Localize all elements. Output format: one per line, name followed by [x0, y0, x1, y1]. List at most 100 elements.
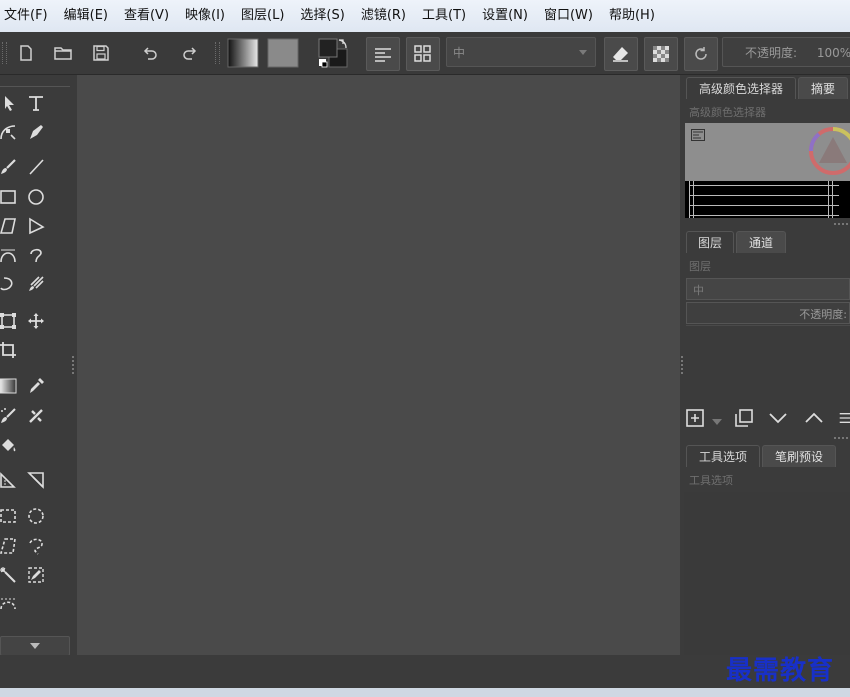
layer-blend-mode-select[interactable]: 中 [686, 278, 850, 300]
gradient-selector[interactable] [226, 37, 260, 69]
ellipse-select-tool[interactable] [25, 505, 47, 527]
calligraphy-tool[interactable] [25, 121, 47, 143]
polyline-tool[interactable] [25, 215, 47, 237]
menu-view[interactable]: 查看(V) [116, 0, 177, 32]
redo-button[interactable] [176, 37, 202, 69]
tab-brush-presets[interactable]: 笔刷预设 [762, 445, 836, 467]
menu-file[interactable]: 文件(F) [0, 0, 56, 32]
measure-tool[interactable] [25, 469, 47, 491]
new-document-icon [20, 45, 32, 61]
assistant-icon [0, 472, 16, 488]
move-icon [28, 313, 44, 329]
magic-wand-tool[interactable] [0, 564, 19, 586]
crop-tool[interactable] [0, 339, 19, 361]
undo-button[interactable] [138, 37, 164, 69]
rect-select-icon [0, 509, 16, 523]
menu-window[interactable]: 窗口(W) [536, 0, 601, 32]
menu-image[interactable]: 映像(I) [177, 0, 233, 32]
magic-wand-icon [0, 567, 16, 583]
text-tool[interactable] [25, 92, 47, 114]
alpha-lock-button[interactable] [644, 37, 678, 71]
save-button[interactable] [88, 37, 114, 69]
fill-tool[interactable] [0, 434, 19, 456]
brush-tool[interactable] [0, 156, 19, 178]
panel-splitter[interactable] [834, 223, 848, 225]
menu-tools[interactable]: 工具(T) [414, 0, 474, 32]
layer-properties-button[interactable] [838, 406, 850, 430]
toolbar-separator [215, 42, 220, 64]
brush-settings-button[interactable] [366, 37, 400, 71]
panel-splitter[interactable] [834, 437, 848, 439]
bezier-select-tool[interactable] [0, 593, 19, 615]
layer-opacity-label: 不透明度: [799, 308, 847, 321]
menu-settings[interactable]: 设置(N) [474, 0, 536, 32]
toolbox-resize-handle[interactable] [72, 356, 76, 374]
select-tool[interactable] [0, 92, 19, 114]
rect-select-tool[interactable] [0, 505, 19, 527]
color-picker-tool[interactable] [25, 375, 47, 397]
move-layer-down-button[interactable] [768, 406, 792, 430]
menu-layer[interactable]: 图层(L) [233, 0, 292, 32]
tab-overview[interactable]: 摘要 [798, 77, 848, 99]
brush-icon [1, 159, 16, 174]
color-selector[interactable] [685, 123, 850, 218]
polygon-tool[interactable] [0, 215, 19, 237]
freehand-select-icon [29, 538, 43, 555]
smart-patch-tool[interactable] [0, 405, 19, 427]
tab-channels[interactable]: 通道 [736, 231, 786, 253]
reload-preset-button[interactable] [684, 37, 718, 71]
color-picker-icon [30, 378, 44, 393]
gradient-tool[interactable] [0, 375, 19, 397]
color-selector-settings-icon[interactable] [691, 129, 705, 141]
opacity-slider[interactable]: 不透明度: 100% [722, 37, 850, 67]
opacity-label: 不透明度: [745, 46, 798, 60]
menu-edit[interactable]: 编辑(E) [56, 0, 116, 32]
similar-select-tool[interactable] [25, 564, 47, 586]
edit-shapes-icon [0, 125, 16, 140]
reload-icon [695, 47, 707, 60]
transform-icon [0, 313, 16, 329]
open-button[interactable] [50, 37, 76, 69]
new-document-button[interactable] [14, 37, 38, 69]
multibrush-icon [29, 276, 44, 291]
watermark: 最需教育 [726, 656, 835, 686]
tab-tool-options[interactable]: 工具选项 [686, 445, 760, 467]
eraser-mode-button[interactable] [604, 37, 638, 71]
freehand-select-tool[interactable] [25, 535, 47, 557]
fill-pattern-tool[interactable] [25, 405, 47, 427]
ellipse-tool[interactable] [25, 186, 47, 208]
workspace-button[interactable] [406, 37, 440, 71]
edit-shapes-tool[interactable] [0, 121, 19, 143]
multibrush-tool[interactable] [25, 273, 47, 295]
move-layer-up-button[interactable] [804, 406, 828, 430]
dynamic-brush-icon [0, 277, 13, 291]
rectangle-tool[interactable] [0, 186, 19, 208]
freehand-path-tool[interactable] [25, 244, 47, 266]
bezier-tool[interactable] [0, 244, 19, 266]
tool-options-content [684, 492, 850, 655]
calligraphy-icon [30, 125, 43, 139]
duplicate-layer-button[interactable] [734, 406, 758, 430]
tab-layers[interactable]: 图层 [686, 231, 734, 253]
color-wheel[interactable] [805, 123, 850, 183]
assistant-tool[interactable] [0, 469, 19, 491]
menu-filter[interactable]: 滤镜(R) [353, 0, 414, 32]
pattern-selector[interactable] [266, 37, 300, 69]
canvas-area[interactable] [77, 75, 680, 655]
foreground-background-colors[interactable] [314, 37, 352, 69]
menu-select[interactable]: 选择(S) [292, 0, 352, 32]
dynamic-brush-tool[interactable] [0, 273, 19, 295]
add-layer-dropdown-button[interactable] [712, 414, 722, 428]
transform-tool[interactable] [0, 310, 19, 332]
line-tool[interactable] [25, 156, 47, 178]
add-layer-button[interactable] [686, 406, 710, 430]
polygon-select-tool[interactable] [0, 535, 19, 557]
layer-list[interactable] [686, 325, 850, 404]
toolbox-scroll-down-button[interactable] [0, 636, 70, 656]
menu-help[interactable]: 帮助(H) [601, 0, 663, 32]
polygon-icon [0, 218, 16, 234]
tab-advanced-color-selector[interactable]: 高级颜色选择器 [686, 77, 796, 99]
layer-opacity-slider[interactable]: 不透明度: [686, 302, 850, 324]
move-tool[interactable] [25, 310, 47, 332]
blend-mode-select[interactable]: 中 [446, 37, 596, 67]
